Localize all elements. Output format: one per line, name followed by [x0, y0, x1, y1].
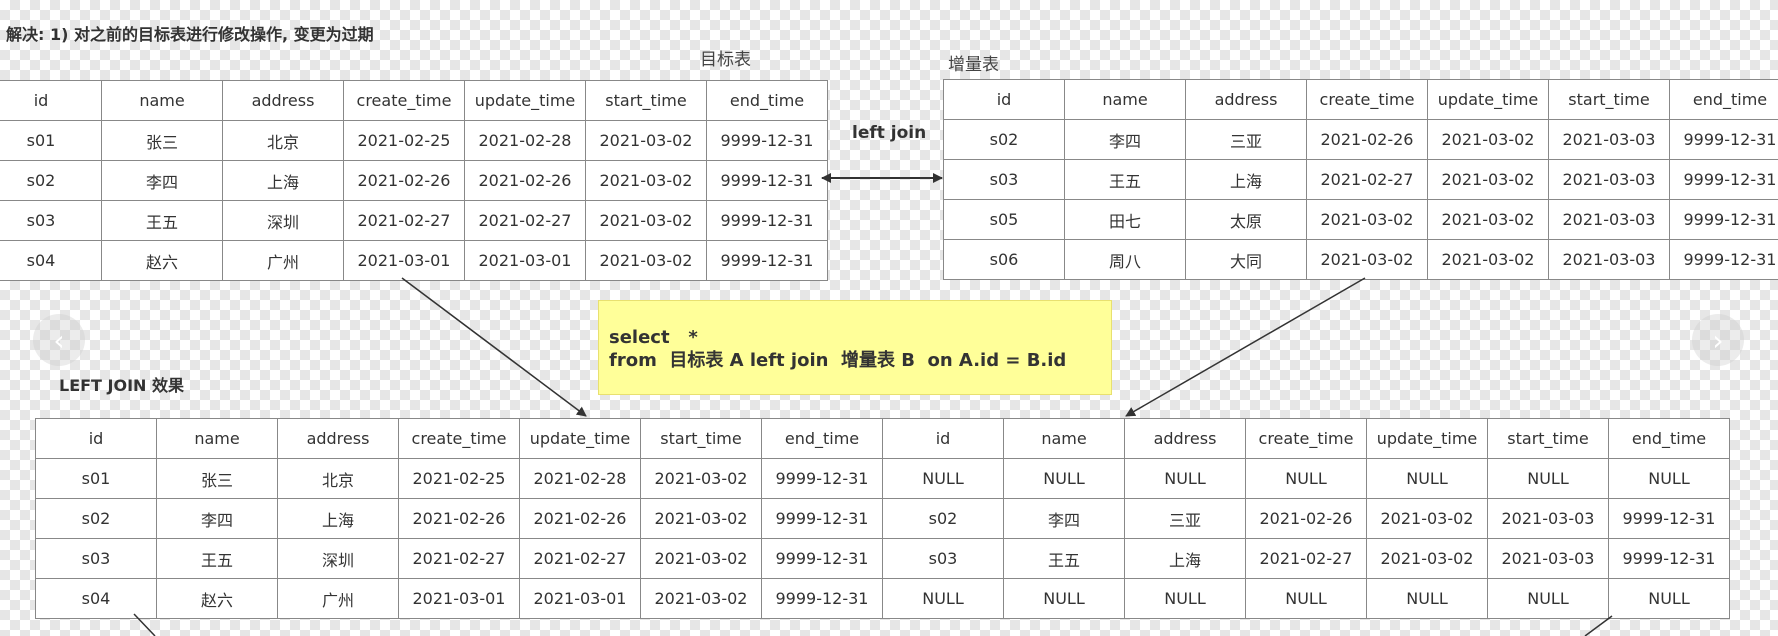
target-to-result-arrow — [401, 277, 587, 417]
arrows-layer — [133, 173, 1613, 636]
incremental-to-result-arrow — [1125, 277, 1366, 417]
bottom-left-connector — [133, 613, 156, 636]
bottom-right-connector — [1584, 615, 1613, 636]
